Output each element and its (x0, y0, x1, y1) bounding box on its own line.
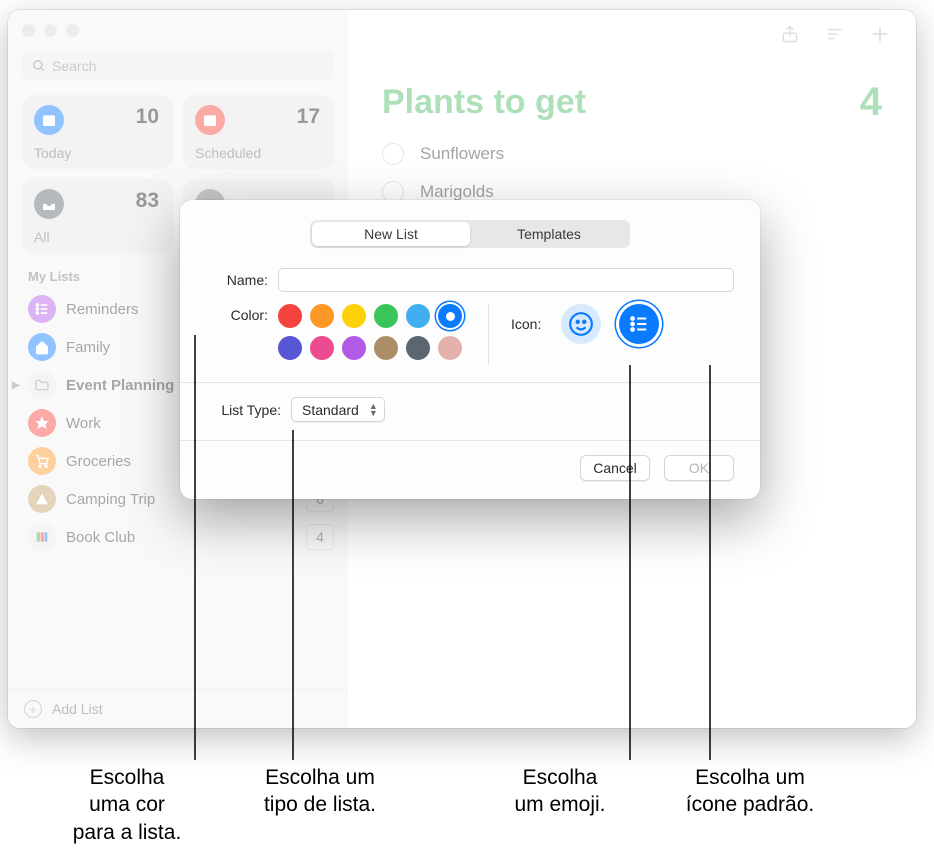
icon-label: Icon: (511, 316, 541, 332)
smart-all-label: All (34, 229, 50, 245)
tab-templates[interactable]: Templates (470, 222, 628, 246)
select-arrows-icon: ▲▼ (369, 403, 378, 417)
color-swatch[interactable] (310, 304, 334, 328)
add-icon[interactable] (870, 24, 890, 44)
list-type-label: List Type: (206, 402, 291, 418)
sidebar-item-label: Family (66, 339, 110, 356)
color-swatches (278, 304, 466, 364)
color-label: Color: (206, 304, 278, 323)
color-swatch[interactable] (342, 304, 366, 328)
toolbar (348, 10, 916, 58)
books-icon (28, 523, 56, 551)
name-label: Name: (206, 272, 278, 288)
smart-today-count: 10 (136, 105, 159, 129)
callout-color: Escolhauma corpara a lista. (22, 764, 232, 846)
color-swatch[interactable] (438, 336, 462, 360)
sidebar-item-label: Book Club (66, 529, 135, 546)
plus-icon: + (24, 700, 42, 718)
dialog-tabs[interactable]: New List Templates (310, 220, 630, 248)
smart-today[interactable]: 10 Today (22, 95, 173, 169)
sidebar-item-count: 4 (306, 524, 334, 550)
color-swatch[interactable] (342, 336, 366, 360)
search-placeholder: Search (52, 58, 96, 74)
callout-icon: Escolha umícone padrão. (660, 764, 840, 819)
callout-emoji: Escolhaum emoji. (480, 764, 640, 819)
color-swatch[interactable] (374, 336, 398, 360)
new-list-dialog: New List Templates Name: Color: Icon: Li… (180, 200, 760, 499)
ok-button[interactable]: OK (664, 455, 734, 481)
color-swatch[interactable] (278, 336, 302, 360)
smart-scheduled-count: 17 (297, 105, 320, 129)
name-input[interactable] (278, 268, 734, 292)
minimize-dot[interactable] (44, 24, 57, 37)
calendar-icon (195, 105, 225, 135)
divider (488, 304, 489, 364)
cart-icon (28, 447, 56, 475)
reminder-item[interactable]: Sunflowers (348, 135, 916, 173)
radio-icon[interactable] (382, 143, 404, 165)
smart-today-label: Today (34, 145, 71, 161)
list-type-value: Standard (302, 402, 359, 418)
chevron-right-icon[interactable]: ▶ (12, 380, 20, 391)
sidebar-item-label: Work (66, 415, 101, 432)
search-input[interactable]: Search (22, 51, 334, 81)
zoom-dot[interactable] (66, 24, 79, 37)
smiley-icon (568, 311, 594, 337)
sidebar-item-label: Camping Trip (66, 491, 155, 508)
list-icon (628, 313, 650, 335)
color-swatch[interactable] (374, 304, 398, 328)
list-icon (28, 295, 56, 323)
list-title: Plants to get (382, 83, 586, 122)
smart-all-count: 83 (136, 189, 159, 213)
sidebar-item-label: Reminders (66, 301, 139, 318)
add-list-button[interactable]: + Add List (8, 689, 348, 728)
color-swatch[interactable] (278, 304, 302, 328)
add-list-label: Add List (52, 701, 103, 717)
smart-all[interactable]: 83 All (22, 179, 173, 253)
color-swatch[interactable] (438, 304, 462, 328)
share-icon[interactable] (780, 23, 800, 45)
color-swatch[interactable] (406, 336, 430, 360)
standard-icon-button[interactable] (619, 304, 659, 344)
sidebar-item-book-club[interactable]: Book Club 4 (8, 518, 348, 556)
callout-type: Escolha umtipo de lista. (240, 764, 400, 819)
folder-icon (28, 371, 56, 399)
home-icon (28, 333, 56, 361)
search-icon (32, 59, 46, 73)
list-type-select[interactable]: Standard ▲▼ (291, 397, 385, 422)
color-swatch[interactable] (310, 336, 334, 360)
tray-icon (34, 189, 64, 219)
emoji-picker-button[interactable] (561, 304, 601, 344)
calendar-icon (34, 105, 64, 135)
color-swatch[interactable] (406, 304, 430, 328)
tab-new-list[interactable]: New List (312, 222, 470, 246)
sidebar-item-label: Event Planning (66, 377, 174, 394)
smart-scheduled-label: Scheduled (195, 145, 261, 161)
star-icon (28, 409, 56, 437)
sort-icon[interactable] (824, 25, 846, 43)
reminder-title: Sunflowers (420, 144, 504, 164)
list-count: 4 (860, 80, 882, 125)
sidebar-item-label: Groceries (66, 453, 131, 470)
smart-scheduled[interactable]: 17 Scheduled (183, 95, 334, 169)
close-dot[interactable] (22, 24, 35, 37)
reminder-title: Marigolds (420, 182, 494, 202)
tent-icon (28, 485, 56, 513)
cancel-button[interactable]: Cancel (580, 455, 650, 481)
window-controls[interactable] (8, 20, 348, 51)
